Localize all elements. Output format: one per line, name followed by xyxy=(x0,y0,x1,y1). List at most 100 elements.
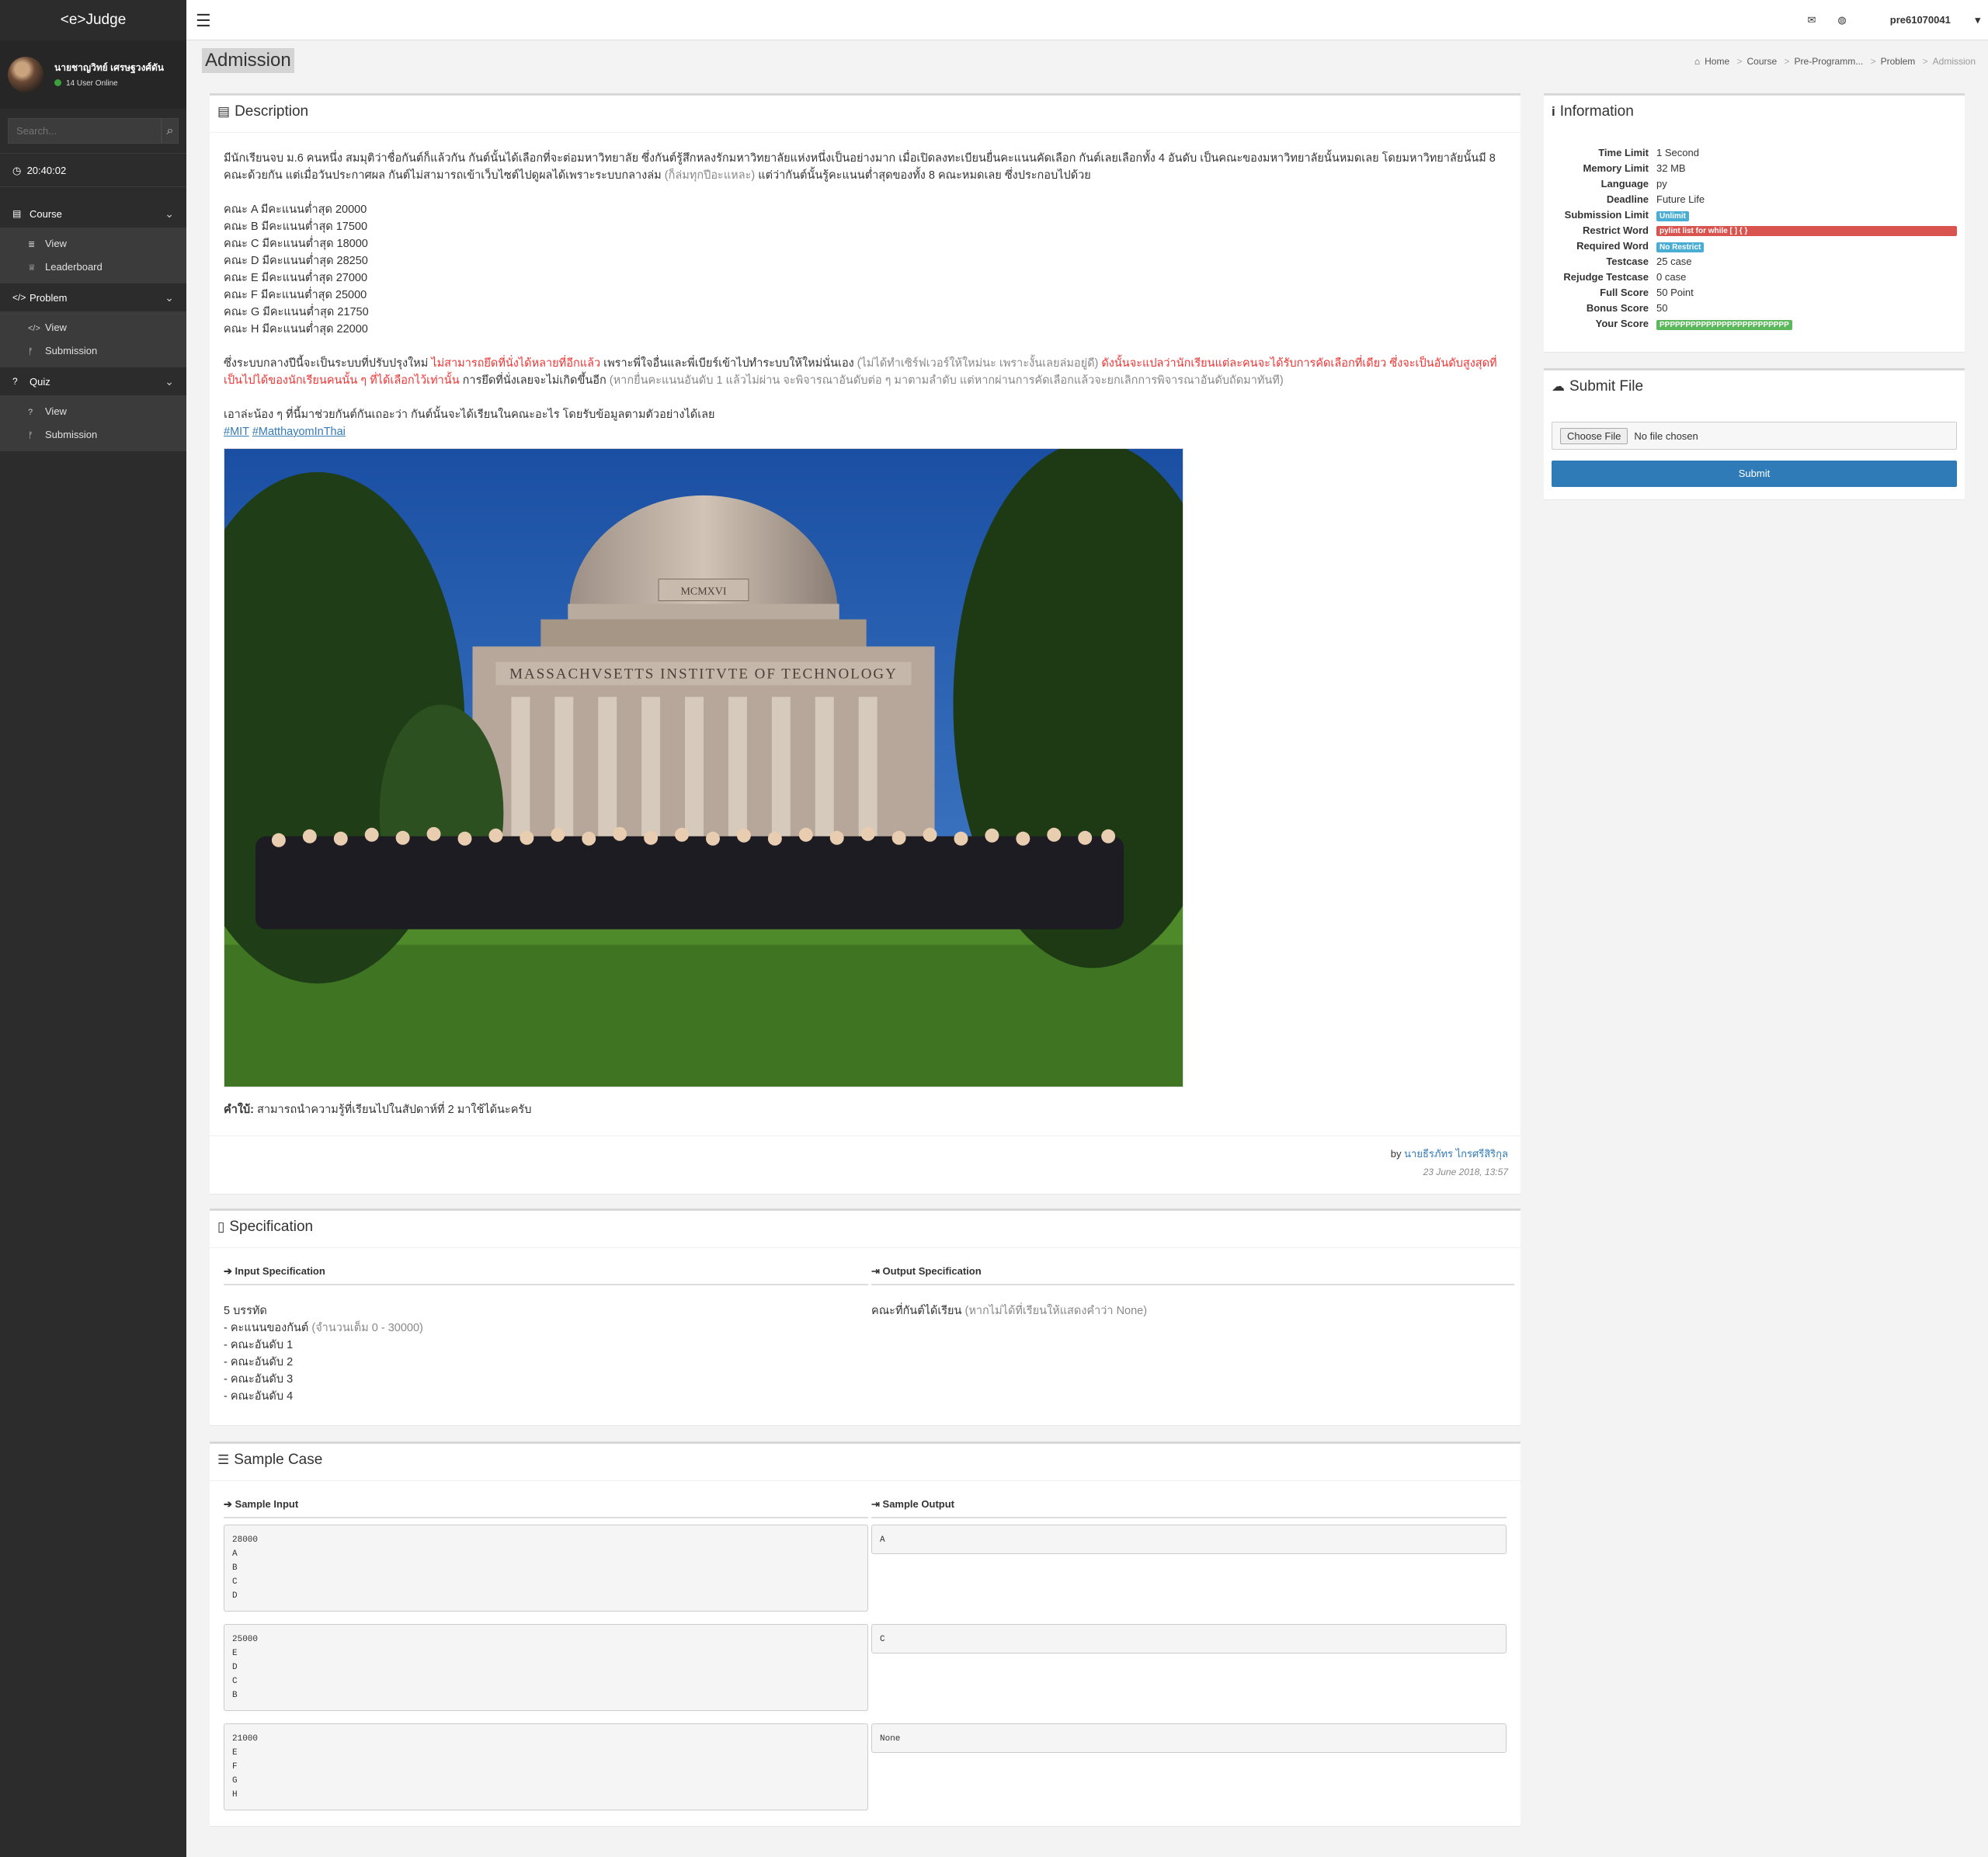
mit-group-photo: MCMXVI MASSACHVSETTS INSTITVTE OF TECHNO… xyxy=(224,448,1183,1087)
sample-case-title: ☰ Sample Case xyxy=(210,1444,1521,1481)
menu-problem-items: </> View ᚠ Submission xyxy=(0,311,186,367)
menu-course-leaderboard[interactable]: ♕ Leaderboard xyxy=(0,256,186,279)
menu-quiz-submission[interactable]: ᚠ Submission xyxy=(0,423,186,447)
submit-button[interactable]: Submit xyxy=(1552,461,1957,487)
breadcrumb: ⌂ Home > Course > Pre-Programm... > Problem … xyxy=(1690,56,1976,67)
info-row: Language py xyxy=(1544,176,1957,192)
menu-item-label: Leaderboard xyxy=(45,261,103,273)
info-value: 50 Point xyxy=(1656,287,1694,298)
description-title-text: Description xyxy=(235,103,309,120)
description-panel: ▤ Description มีนักเรียนจบ ม.6 คนหนึ่ง สม… xyxy=(210,93,1521,1195)
info-value: 32 MB xyxy=(1656,162,1686,174)
faculty-item: คณะ G มีคะแนนต่ำสุด 21750 xyxy=(224,306,369,318)
sample-input-2: 25000 E D C B xyxy=(224,1624,868,1711)
menu-course-view[interactable]: ≣ View xyxy=(0,232,186,256)
spec-note: (หากไม่ได้ที่เรียนให้แสดงคำว่า None) xyxy=(964,1305,1148,1317)
code-icon: </> xyxy=(28,324,40,333)
spec-line: 5 บรรทัด xyxy=(224,1305,267,1317)
user-dropdown[interactable]: pre61070041 ▾ xyxy=(1868,14,1980,26)
brand-logo[interactable]: <e>Judge xyxy=(0,0,186,40)
trophy-icon: ♕ xyxy=(28,263,36,273)
info-row: Deadline Future Life xyxy=(1544,192,1957,207)
menu-problem-submission[interactable]: ᚠ Submission xyxy=(0,339,186,363)
search-input[interactable] xyxy=(8,118,162,144)
sign-out-icon: ⇥ xyxy=(871,1498,880,1510)
description-title: ▤ Description xyxy=(210,96,1521,133)
info-key: Language xyxy=(1600,178,1649,190)
author-link[interactable]: นายธีรภัทร ไกรศรีสิริกุล xyxy=(1404,1148,1508,1160)
info-value: 1 Second xyxy=(1656,147,1699,158)
sidebar: <e>Judge นายชาญวิทย์ เศรษฐวงศ์ดัน 14 Use… xyxy=(0,0,186,1857)
rules-text: การยึดที่นั่งเลยจะไม่เกิดขึ้นอีก xyxy=(462,374,606,387)
hashtag-link[interactable]: #MIT xyxy=(224,426,249,438)
info-row: Required Word No Restrict xyxy=(1544,238,1957,254)
information-title: i Information xyxy=(1544,96,1965,133)
main-content: Admission ⌂ Home > Course > Pre-Programm...… xyxy=(186,40,1988,1857)
menu-problem-view[interactable]: </> View xyxy=(0,316,186,339)
sample-input-1: 28000 A B C D xyxy=(224,1525,868,1612)
topbar: ☰ ✉ ◍ pre61070041 ▾ xyxy=(186,0,1988,40)
list-alt-icon: ▤ xyxy=(217,104,231,119)
sign-in-icon: ➔ xyxy=(224,1498,232,1510)
info-value: Unlimit xyxy=(1656,207,1957,223)
info-key: Memory Limit xyxy=(1583,162,1649,174)
file-text-icon: ▯ xyxy=(217,1219,225,1234)
list-icon: ≣ xyxy=(28,240,36,249)
sample-output-title: ⇥ Sample Output xyxy=(871,1481,1507,1517)
breadcrumb-course[interactable]: Course xyxy=(1747,56,1778,67)
info-key: Full Score xyxy=(1600,287,1649,298)
menu-problem-label: Problem xyxy=(30,291,68,304)
task-text: เอาล่ะน้อง ๆ ที่นี้มาช่วยกันต์กันเถอะว่า… xyxy=(224,409,715,421)
globe-icon[interactable]: ◍ xyxy=(1837,14,1846,26)
info-value: 50 xyxy=(1656,302,1668,314)
menu-problem[interactable]: </> Problem ⌄ xyxy=(0,283,186,311)
menu-course-items: ≣ View ♕ Leaderboard xyxy=(0,228,186,283)
information-list: Time Limit 1 Second Memory Limit 32 MB Langu… xyxy=(1544,133,1965,332)
rules-text: ซึ่งระบบกลางปีนี้จะเป็นระบบที่ปรับปรุงให… xyxy=(224,357,429,370)
info-row: Submission Limit Unlimit xyxy=(1544,207,1957,223)
faculty-list: คณะ A มีคะแนนต่ำสุด 20000 คณะ B มีคะแนนต… xyxy=(224,201,1507,338)
online-status: 14 User Online xyxy=(54,79,182,88)
input-spec-body: 5 บรรทัด - คะแนนของกันต์ (จำนวนเต็ม 0 - … xyxy=(224,1284,868,1405)
sign-in-icon: ➔ xyxy=(224,1265,232,1277)
menu-course-label: Course xyxy=(30,207,62,220)
hashtag-link[interactable]: #MatthayomInThai xyxy=(252,426,346,438)
menu-quiz-view[interactable]: ? View xyxy=(0,400,186,423)
rules-text: เพราะพี่ใจอื่นและพี่เบียร์เข้าไปทำระบบให… xyxy=(603,357,854,370)
breadcrumb-problem[interactable]: Problem xyxy=(1881,56,1916,67)
hamburger-menu-icon[interactable]: ☰ xyxy=(196,11,211,31)
info-value: py xyxy=(1656,178,1667,190)
breadcrumb-current: Admission xyxy=(1932,56,1976,67)
choose-file-button[interactable]: Choose File xyxy=(1560,427,1628,444)
info-key: Submission Limit xyxy=(1564,209,1649,221)
sample-output-3: None xyxy=(871,1723,1507,1753)
intro-aside: (ก็ล่มทุกปีอะแหละ) xyxy=(664,169,756,182)
code-icon: </> xyxy=(12,292,26,303)
breadcrumb-home[interactable]: Home xyxy=(1705,56,1729,67)
menu-course[interactable]: ▤ Course ⌄ xyxy=(0,200,186,228)
file-input[interactable]: Choose File No file chosen xyxy=(1552,422,1957,450)
info-key: Bonus Score xyxy=(1586,302,1649,314)
intro-end: แต่ว่ากันต์นั้นรู้คะแนนต่ำสุดของทั้ง 8 ค… xyxy=(758,169,1091,182)
branch-icon: ᚠ xyxy=(28,347,33,356)
description-rules: ซึ่งระบบกลางปีนี้จะเป็นระบบที่ปรับปรุงให… xyxy=(224,355,1507,389)
breadcrumb-separator: > xyxy=(1922,56,1928,67)
menu-quiz[interactable]: ? Quiz ⌄ xyxy=(0,367,186,395)
specification-title-text: Specification xyxy=(229,1219,314,1235)
mail-icon[interactable]: ✉ xyxy=(1808,14,1816,26)
breadcrumb-course-name[interactable]: Pre-Programm... xyxy=(1795,56,1864,67)
faculty-item: คณะ F มีคะแนนต่ำสุด 25000 xyxy=(224,289,367,301)
spec-line: - คณะอันดับ 4 xyxy=(224,1390,294,1403)
online-count: 14 User Online xyxy=(66,78,118,88)
info-row: Memory Limit 32 MB xyxy=(1544,161,1957,176)
info-key: Time Limit xyxy=(1598,147,1649,158)
sample-input-title: ➔ Sample Input xyxy=(224,1481,868,1517)
input-spec: ➔ Input Specification 5 บรรทัด - คะแนนขอ… xyxy=(224,1248,868,1405)
question-icon: ? xyxy=(28,408,33,417)
info-row: Full Score 50 Point xyxy=(1544,285,1957,301)
photo-engraving: MASSACHVSETTS INSTITVTE OF TECHNOLOGY xyxy=(509,666,898,682)
menu-item-label: Submission xyxy=(45,429,98,440)
search-button[interactable]: ⌕ xyxy=(162,118,179,144)
info-key: Required Word xyxy=(1576,240,1649,252)
info-row: Rejudge Testcase 0 case xyxy=(1544,270,1957,285)
